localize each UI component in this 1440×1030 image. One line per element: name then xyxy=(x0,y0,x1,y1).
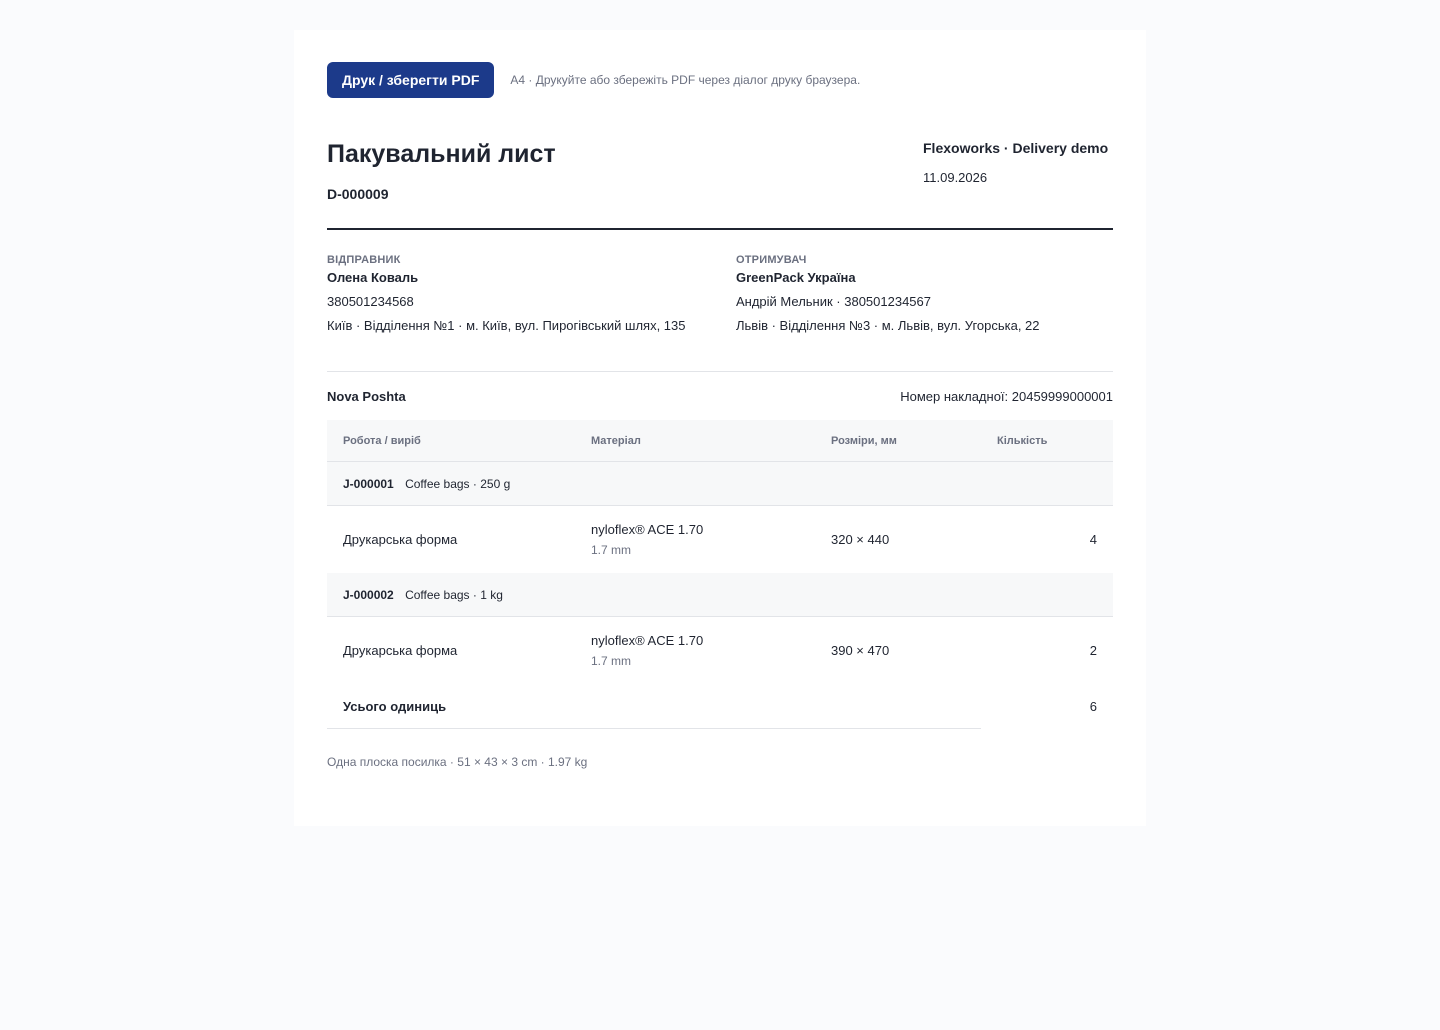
item-qty: 2 xyxy=(1089,643,1097,658)
job-id: J-000002 xyxy=(343,587,394,602)
company-name: Flexoworks · Delivery demo xyxy=(923,140,1109,156)
total-row: Усього одиниць 6 xyxy=(327,684,1113,729)
column-header-material: Матеріал xyxy=(575,420,815,462)
item-material-cell: nyloflex® ACE 1.70 1.7 mm xyxy=(575,506,815,574)
recipient-block: ОТРИМУВАЧ GreenPack Україна Андрій Мельн… xyxy=(736,254,1040,333)
total-spacer xyxy=(815,684,981,729)
table-row: Друкарська форма nyloflex® ACE 1.70 1.7 … xyxy=(327,617,1113,685)
print-hint: A4 · Друкуйте або збережіть PDF через ді… xyxy=(510,73,861,87)
column-header-job: Робота / виріб xyxy=(327,420,575,462)
items-table: Робота / виріб Матеріал Розміри, мм Кіль… xyxy=(327,420,1113,729)
item-thickness: 1.7 mm xyxy=(591,654,632,668)
print-toolbar: Друк / зберегти PDF A4 · Друкуйте або зб… xyxy=(327,62,1113,98)
packing-list-sheet: Друк / зберегти PDF A4 · Друкуйте або зб… xyxy=(294,30,1146,826)
parties-section: ВІДПРАВНИК Олена Коваль 380501234568 Киї… xyxy=(327,230,1113,372)
sender-address: Київ · Відділення №1 · м. Київ, вул. Пир… xyxy=(327,318,686,333)
sender-name: Олена Коваль xyxy=(327,270,419,285)
job-id: J-000001 xyxy=(343,476,394,491)
item-name: Друкарська форма xyxy=(343,532,458,547)
job-name: Coffee bags · 250 g xyxy=(405,476,511,491)
job-name: Coffee bags · 1 kg xyxy=(405,587,503,602)
document-number: D-000009 xyxy=(327,186,389,202)
item-size: 390 × 470 xyxy=(831,643,890,658)
item-qty: 4 xyxy=(1089,532,1097,547)
job-group-row: J-000001 Coffee bags · 250 g xyxy=(327,461,1113,506)
job-group-row: J-000002 Coffee bags · 1 kg xyxy=(327,573,1113,617)
job-group-cell: J-000002 Coffee bags · 1 kg xyxy=(327,573,1113,617)
recipient-contact: Андрій Мельник · 380501234567 xyxy=(736,294,931,309)
item-material: nyloflex® ACE 1.70 xyxy=(591,633,704,648)
document-date: 11.09.2026 xyxy=(923,170,988,185)
sender-phone: 380501234568 xyxy=(327,294,414,309)
item-material-cell: nyloflex® ACE 1.70 1.7 mm xyxy=(575,617,815,685)
page-title: Пакувальний лист xyxy=(327,140,556,168)
header-meta: Flexoworks · Delivery demo 11.09.2026 xyxy=(923,140,1113,185)
print-save-pdf-button[interactable]: Друк / зберегти PDF xyxy=(327,62,495,98)
table-row: Друкарська форма nyloflex® ACE 1.70 1.7 … xyxy=(327,506,1113,574)
shipping-row: Nova Poshta Номер накладної: 20459999000… xyxy=(327,372,1113,420)
parcel-footnote: Одна плоска посилка · 51 × 43 × 3 cm · 1… xyxy=(327,755,588,769)
sender-label: ВІДПРАВНИК xyxy=(327,254,401,266)
sender-block: ВІДПРАВНИК Олена Коваль 380501234568 Киї… xyxy=(327,254,685,333)
column-header-size: Розміри, мм xyxy=(815,420,981,462)
document-header: Пакувальний лист D-000009 Flexoworks · D… xyxy=(327,98,1113,230)
item-size: 320 × 440 xyxy=(831,532,890,547)
carrier-name: Nova Poshta xyxy=(327,388,406,404)
total-spacer xyxy=(575,684,815,729)
recipient-name: GreenPack Україна xyxy=(736,270,856,285)
table-header-row: Робота / виріб Матеріал Розміри, мм Кіль… xyxy=(327,420,1113,462)
total-qty: 6 xyxy=(1089,698,1097,714)
job-group-cell: J-000001 Coffee bags · 250 g xyxy=(327,461,1113,506)
waybill-number: Номер накладної: 20459999000001 xyxy=(900,388,1113,404)
item-material: nyloflex® ACE 1.70 xyxy=(591,522,704,537)
total-label: Усього одиниць xyxy=(327,684,575,729)
column-header-qty: Кількість xyxy=(981,420,1113,462)
item-thickness: 1.7 mm xyxy=(591,543,632,557)
recipient-address: Львів · Відділення №3 · м. Львів, вул. У… xyxy=(736,318,1040,333)
item-name: Друкарська форма xyxy=(343,643,458,658)
recipient-label: ОТРИМУВАЧ xyxy=(736,254,807,266)
